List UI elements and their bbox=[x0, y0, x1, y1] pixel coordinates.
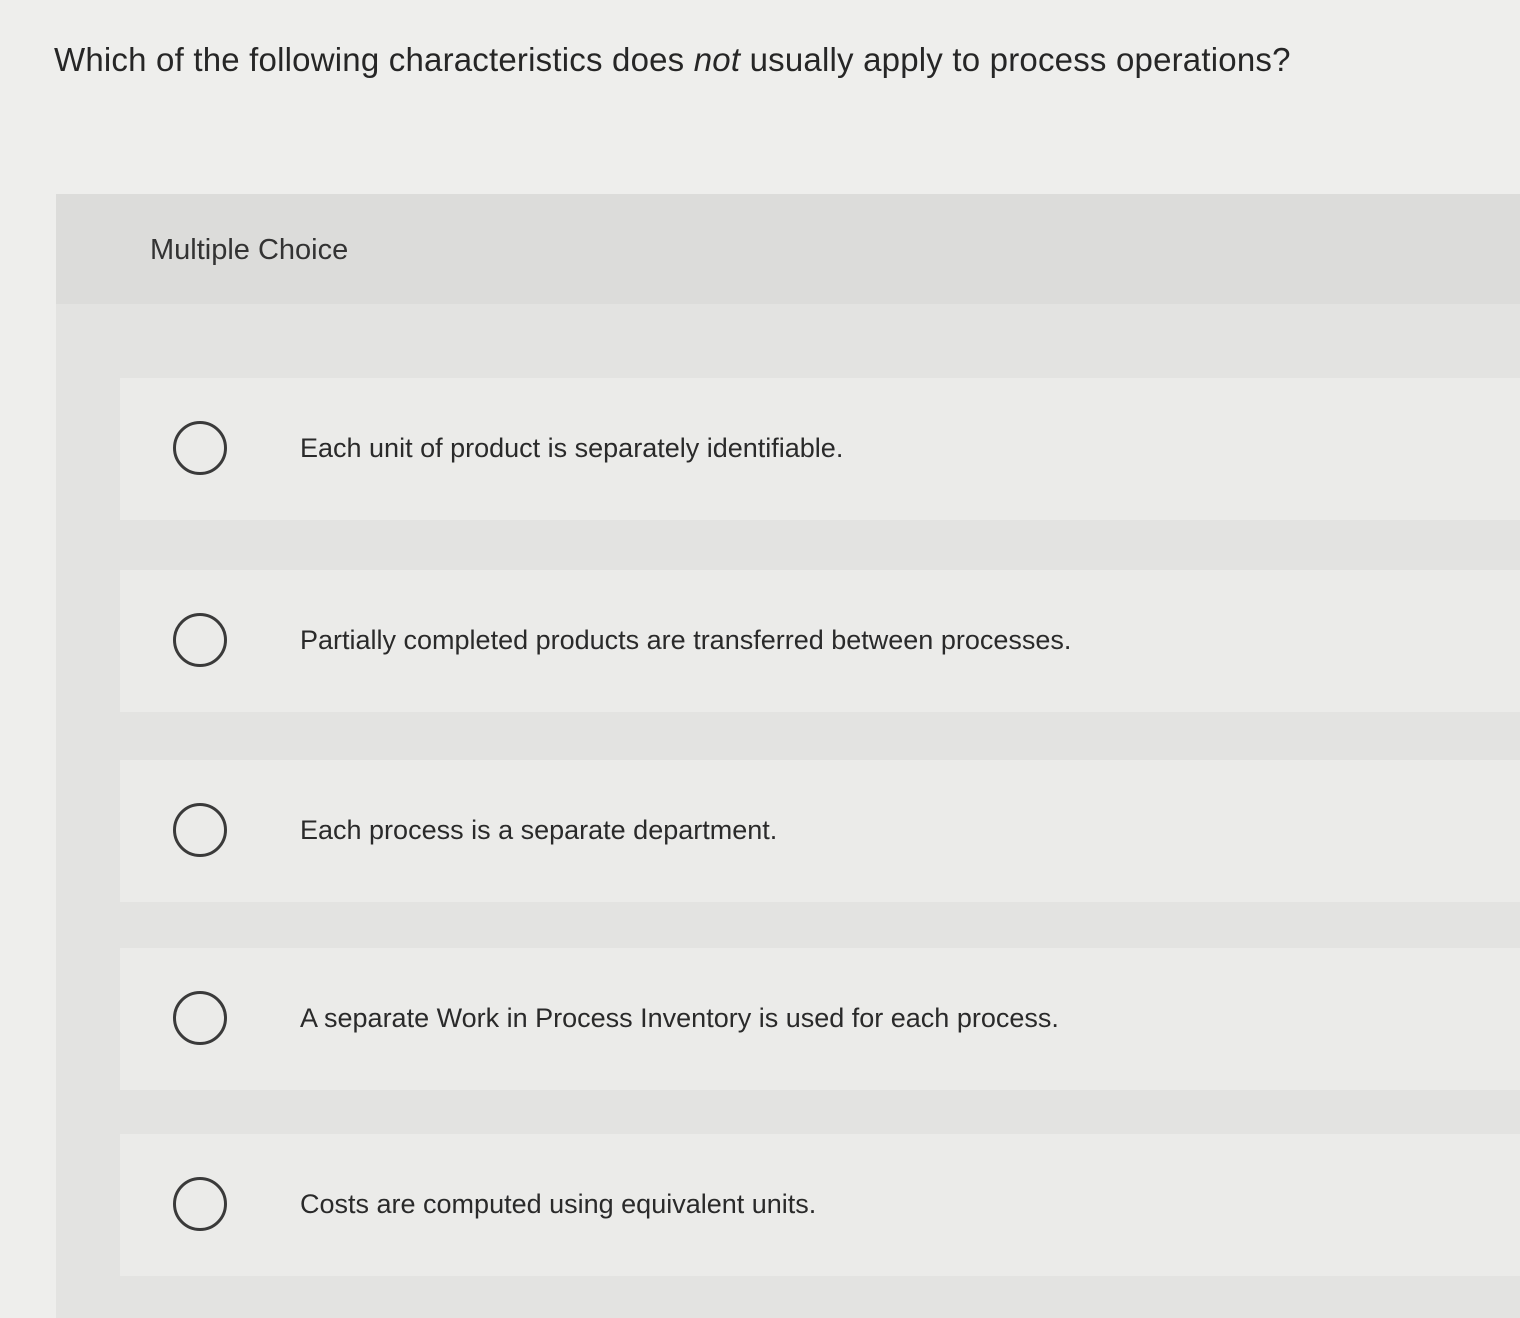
answer-option-label: Each unit of product is separately ident… bbox=[300, 433, 844, 463]
answer-option-3[interactable]: Each process is a separate department. bbox=[120, 760, 1520, 902]
question-text-end: usually apply to process operations? bbox=[740, 41, 1291, 78]
multiple-choice-panel: Multiple Choice Each unit of product is … bbox=[56, 194, 1520, 1318]
question-text: Which of the following characteristics d… bbox=[54, 36, 1454, 84]
answer-option-label: Each process is a separate department. bbox=[300, 815, 778, 845]
question-emphasis: not bbox=[693, 41, 741, 78]
panel-header: Multiple Choice bbox=[56, 194, 1520, 304]
answer-option-2[interactable]: Partially completed products are transfe… bbox=[120, 570, 1520, 712]
answer-option-label: Costs are computed using equivalent unit… bbox=[300, 1189, 817, 1219]
radio-button[interactable] bbox=[173, 991, 227, 1045]
radio-button[interactable] bbox=[173, 1177, 227, 1231]
answer-option-4[interactable]: A separate Work in Process Inventory is … bbox=[120, 948, 1520, 1090]
answer-option-label: Partially completed products are transfe… bbox=[300, 625, 1072, 655]
radio-button[interactable] bbox=[173, 421, 227, 475]
answer-option-label: A separate Work in Process Inventory is … bbox=[300, 1003, 1059, 1033]
answer-option-1[interactable]: Each unit of product is separately ident… bbox=[120, 378, 1520, 520]
question-text-start: Which of the following characteristics d… bbox=[54, 41, 694, 78]
radio-button[interactable] bbox=[173, 803, 227, 857]
radio-button[interactable] bbox=[173, 613, 227, 667]
panel-title: Multiple Choice bbox=[150, 234, 349, 266]
answer-option-5[interactable]: Costs are computed using equivalent unit… bbox=[120, 1134, 1520, 1276]
